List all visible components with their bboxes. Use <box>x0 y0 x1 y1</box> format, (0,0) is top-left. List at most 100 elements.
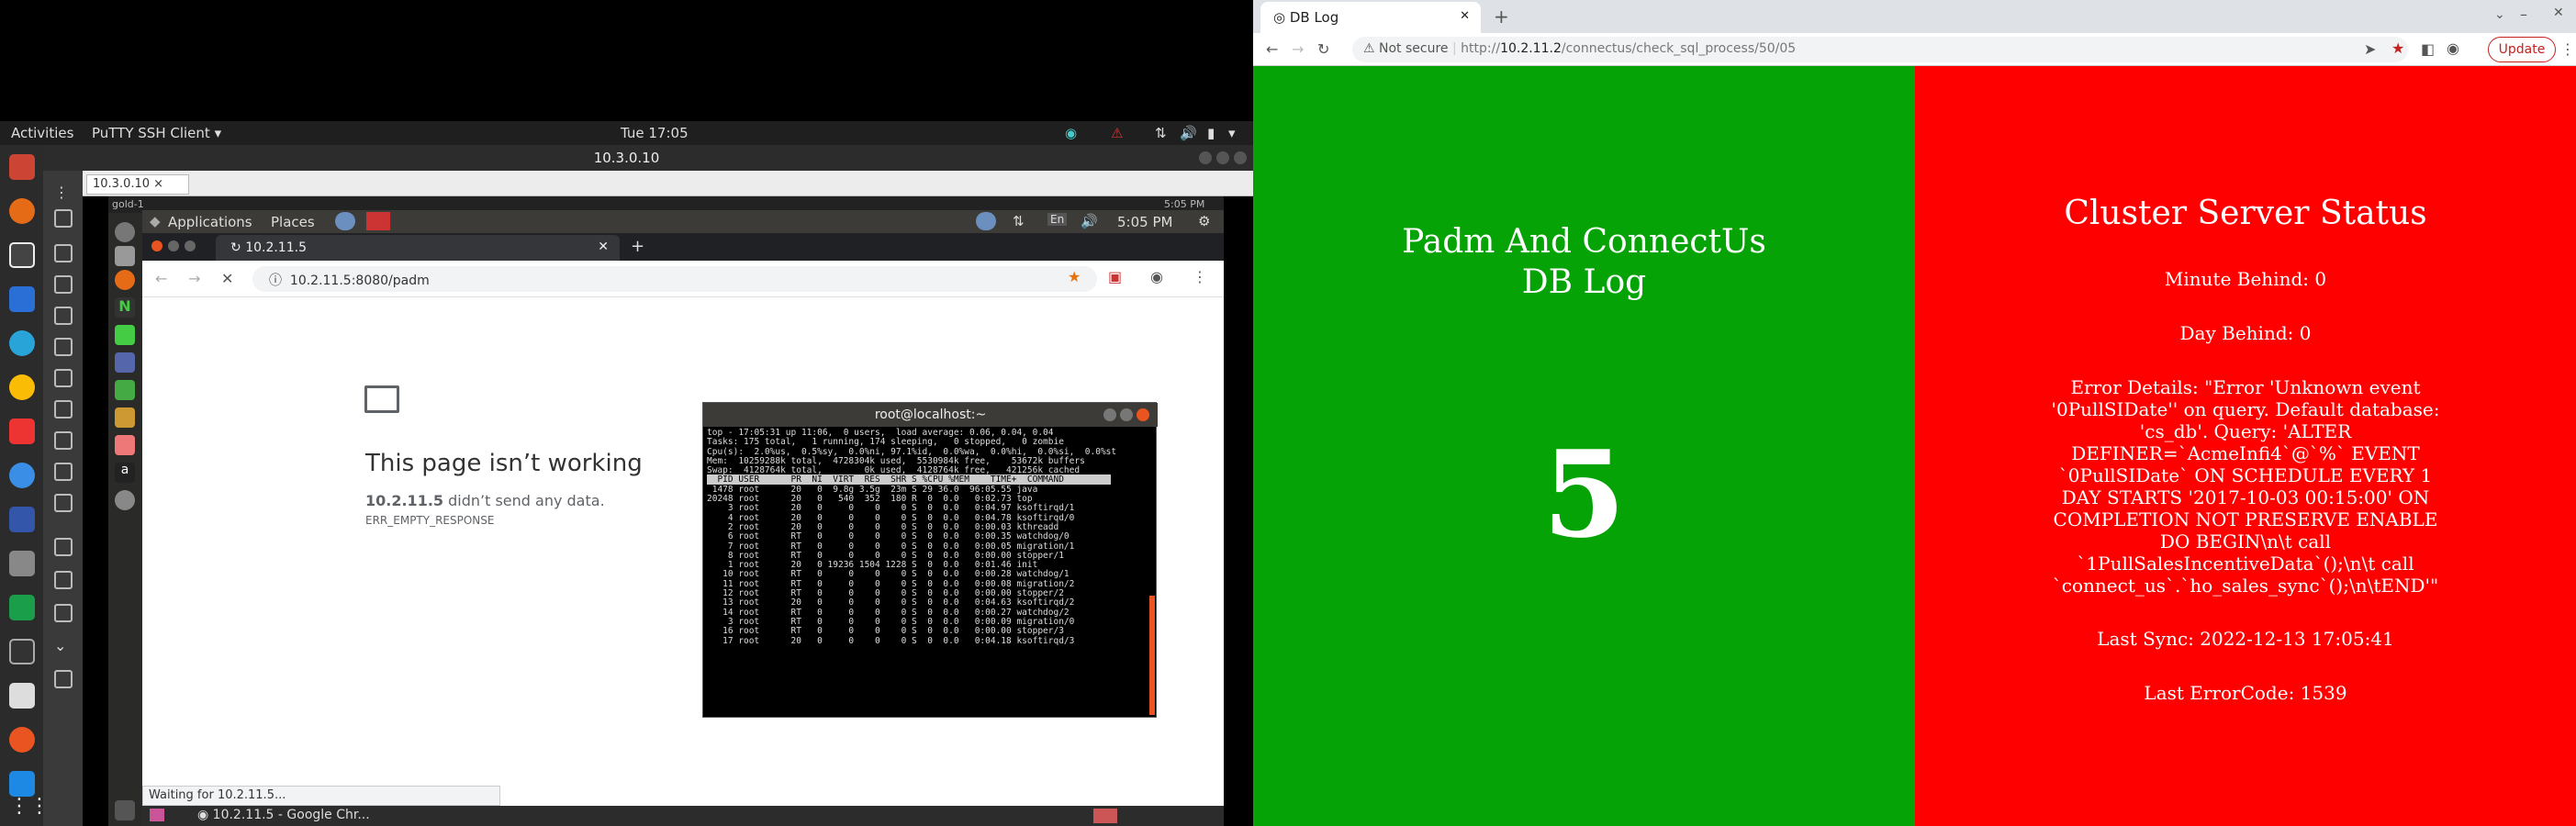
spreadsheet-icon[interactable] <box>115 325 135 345</box>
alert-indicator-icon[interactable]: ⚠ <box>1111 125 1123 141</box>
grid-icon[interactable] <box>54 463 73 481</box>
places-menu[interactable]: Places <box>271 214 315 230</box>
volume-icon[interactable]: 🔊 <box>1180 125 1197 141</box>
menu-dots-icon[interactable]: ⋮ <box>54 184 73 202</box>
fullscreen-icon[interactable] <box>54 307 73 325</box>
show-desktop-icon[interactable] <box>150 809 164 821</box>
session-tab[interactable]: 10.3.0.10 × <box>86 174 189 195</box>
bookmark-star-icon[interactable]: ★ <box>2391 39 2404 57</box>
new-tab-icon[interactable]: + <box>1494 6 1509 28</box>
back-icon[interactable]: ← <box>1266 40 1278 58</box>
remmina-icon[interactable] <box>9 463 35 488</box>
keyboard-layout[interactable]: En <box>1047 213 1068 226</box>
back-icon[interactable]: ← <box>155 270 167 287</box>
new-tab-icon[interactable]: + <box>631 237 644 256</box>
system-clock[interactable]: Tue 17:05 <box>621 125 689 141</box>
resize-icon[interactable] <box>54 431 73 450</box>
battery-icon[interactable]: ▮ <box>1207 125 1215 141</box>
bookmark-star-icon[interactable]: ★ <box>1068 268 1081 285</box>
capture-icon[interactable] <box>54 275 73 294</box>
firefox-icon[interactable] <box>115 270 135 290</box>
trash-icon[interactable] <box>115 800 135 820</box>
new-session-icon[interactable] <box>54 244 73 262</box>
terminal-window[interactable]: root@localhost:~ top - 17:05:31 up 11:06… <box>702 402 1158 718</box>
app-shortcut-icon[interactable] <box>366 212 390 230</box>
profile-icon[interactable]: ◉ <box>2447 39 2459 57</box>
close-icon[interactable] <box>1234 151 1247 164</box>
transfer-icon[interactable]: ⇅ <box>1013 213 1025 229</box>
forward-icon[interactable]: → <box>1292 40 1304 58</box>
tab-close-icon[interactable]: ✕ <box>1460 9 1470 23</box>
chrome-indicator-icon[interactable]: ◉ <box>1065 125 1077 141</box>
calc-icon[interactable] <box>115 380 135 400</box>
app-n-icon[interactable]: N <box>115 297 135 318</box>
skype-icon[interactable] <box>9 330 35 356</box>
app-launcher-icon[interactable] <box>9 154 35 180</box>
gear-icon[interactable]: ⚙ <box>1198 213 1210 229</box>
disconnect-icon[interactable] <box>54 670 73 688</box>
list-icon[interactable] <box>54 338 73 356</box>
power-menu-icon[interactable]: ▾ <box>1228 125 1236 141</box>
volume-icon[interactable]: 🔊 <box>1081 213 1098 229</box>
side-panel-icon[interactable]: ◧ <box>2421 40 2435 58</box>
fit-window-icon[interactable] <box>54 369 73 387</box>
putty-icon[interactable] <box>9 507 35 532</box>
terminal-icon[interactable] <box>9 639 35 664</box>
menu-dots-icon[interactable]: ⋮ <box>1193 268 1207 285</box>
forward-icon[interactable]: → <box>188 270 200 287</box>
wrench-icon[interactable] <box>54 571 73 589</box>
amazon-icon[interactable]: a <box>115 463 135 483</box>
reload-icon[interactable]: ↻ <box>1317 40 1329 58</box>
taskbar-chrome-item[interactable]: ◉ 10.2.11.5 - Google Chr... <box>197 808 370 822</box>
minimize-icon[interactable] <box>1199 151 1212 164</box>
chevron-down-icon[interactable]: ⌄ <box>54 637 73 655</box>
menu-dots-icon[interactable]: ⋮ <box>2560 40 2575 58</box>
network-manager-icon[interactable] <box>976 212 996 230</box>
workspace-switcher-icon[interactable] <box>1093 809 1117 823</box>
inner-chrome-tab[interactable]: ↻ 10.2.11.5 ✕ <box>216 235 620 261</box>
maximize-icon[interactable] <box>1120 408 1133 421</box>
keyboard-icon[interactable] <box>54 494 73 512</box>
maximize-icon[interactable] <box>1216 151 1229 164</box>
activities-button[interactable]: Activities <box>11 125 73 141</box>
help-icon[interactable] <box>115 490 135 510</box>
gnome-foot-icon[interactable]: ◆ <box>150 213 161 229</box>
show-apps-icon[interactable]: ⋮⋮ <box>9 795 50 820</box>
send-icon[interactable]: ➤ <box>2364 40 2376 58</box>
tab-search-icon[interactable]: ⌄ <box>2494 7 2505 22</box>
files-icon[interactable] <box>115 246 135 266</box>
archive-icon[interactable] <box>115 407 135 428</box>
tab-close-icon[interactable]: ✕ <box>598 240 609 254</box>
minimize-icon[interactable]: – <box>2520 6 2527 23</box>
minimize-icon[interactable] <box>1103 408 1116 421</box>
terminal-scrollbar[interactable] <box>1149 596 1155 715</box>
minimize-icon[interactable] <box>168 240 179 251</box>
software-icon[interactable] <box>115 435 135 455</box>
camera-app-icon[interactable] <box>9 242 35 268</box>
document-app-icon[interactable] <box>9 286 35 312</box>
stop-icon[interactable]: ✕ <box>221 270 233 287</box>
media-app-icon[interactable] <box>9 551 35 576</box>
firefox-icon[interactable] <box>9 198 35 224</box>
network-icon[interactable]: ⇅ <box>1155 125 1167 141</box>
settings-icon[interactable] <box>9 727 35 753</box>
scale-icon[interactable] <box>54 400 73 419</box>
address-bar[interactable]: ⚠ Not secure | http://10.2.11.2/connectu… <box>1352 37 2408 62</box>
applications-menu[interactable]: Applications <box>168 214 252 230</box>
spreadsheet-app-icon[interactable] <box>9 595 35 620</box>
chrome-icon[interactable] <box>9 374 35 400</box>
remote-clock[interactable]: 5:05 PM <box>1117 214 1172 230</box>
gear-icon[interactable] <box>54 538 73 556</box>
bluetooth-app-icon[interactable] <box>9 771 35 797</box>
writer-icon[interactable] <box>115 352 135 373</box>
calculator-icon[interactable] <box>9 683 35 709</box>
extension-icon[interactable]: ▣ <box>1108 268 1122 285</box>
close-icon[interactable]: ✕ <box>2553 6 2564 20</box>
close-icon[interactable] <box>151 240 162 251</box>
screenshot-icon[interactable] <box>54 604 73 622</box>
browser-launcher-icon[interactable] <box>335 212 355 230</box>
close-icon[interactable] <box>1137 408 1149 421</box>
settings-icon[interactable] <box>115 222 135 242</box>
maximize-icon[interactable] <box>185 240 196 251</box>
anydesk-icon[interactable] <box>9 419 35 444</box>
